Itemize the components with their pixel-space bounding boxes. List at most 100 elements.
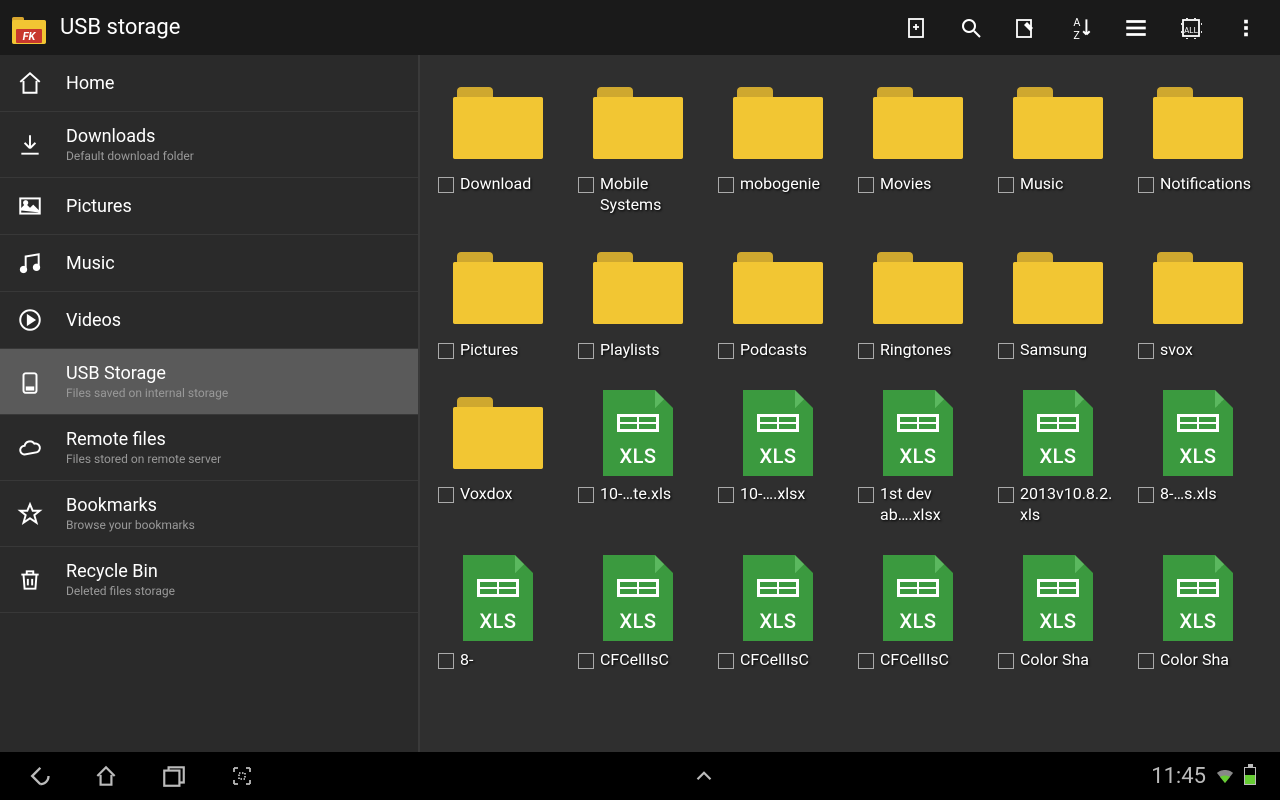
file-item[interactable]: XLS8- [428,551,568,671]
usb-icon [16,368,44,396]
folder-icon [453,397,543,469]
sidebar-item-pictures[interactable]: Pictures [0,178,418,235]
file-name: CFCellIsC [880,650,949,671]
file-checkbox[interactable] [438,487,454,503]
new-file-icon[interactable] [902,14,930,42]
xls-file-icon: XLS [603,390,673,476]
sidebar-item-subtitle: Browse your bookmarks [66,518,195,532]
file-checkbox[interactable] [578,487,594,503]
file-item[interactable]: XLS1st dev ab….xlsx [848,385,988,526]
file-item[interactable]: XLS 10-…te.xls [568,385,708,526]
clock: 11:45 [1151,764,1206,789]
file-checkbox[interactable] [578,653,594,669]
screenshot-icon[interactable] [228,762,256,790]
file-checkbox[interactable] [858,177,874,193]
battery-icon [1244,767,1256,785]
recent-apps-icon[interactable] [160,762,188,790]
sidebar-item-remote-files[interactable]: Remote filesFiles stored on remote serve… [0,415,418,481]
sidebar-item-subtitle: Deleted files storage [66,584,175,598]
file-item[interactable]: Pictures [428,241,568,361]
file-item[interactable]: Ringtones [848,241,988,361]
overflow-icon[interactable] [1232,14,1260,42]
file-name: svox [1160,340,1193,361]
file-checkbox[interactable] [998,343,1014,359]
file-checkbox[interactable] [998,653,1014,669]
file-item[interactable]: Samsung [988,241,1128,361]
folder-icon [733,87,823,159]
file-checkbox[interactable] [718,487,734,503]
file-name: Color Sha [1160,650,1229,671]
file-item[interactable]: Download [428,75,568,216]
file-checkbox[interactable] [718,343,734,359]
file-checkbox[interactable] [578,177,594,193]
expand-up-icon[interactable] [690,762,718,790]
search-icon[interactable] [957,14,985,42]
file-name: Movies [880,174,931,195]
file-item[interactable]: Mobile Systems [568,75,708,216]
file-name: Music [1020,174,1063,195]
file-item[interactable]: XLS8-…s.xls [1128,385,1268,526]
file-checkbox[interactable] [718,653,734,669]
sidebar-item-bookmarks[interactable]: BookmarksBrowse your bookmarks [0,481,418,547]
file-item[interactable]: XLSColor Sha [988,551,1128,671]
file-item[interactable]: mobogenie [708,75,848,216]
select-all-icon[interactable]: ALL [1177,14,1205,42]
sidebar-item-subtitle: Files saved on internal storage [66,386,228,400]
file-item[interactable]: XLS10-….xlsx [708,385,848,526]
sidebar-item-usb-storage[interactable]: USB StorageFiles saved on internal stora… [0,349,418,415]
sidebar-item-home[interactable]: Home [0,55,418,112]
sort-icon[interactable]: AZ [1067,14,1095,42]
edit-icon[interactable] [1012,14,1040,42]
file-checkbox[interactable] [1138,653,1154,669]
file-checkbox[interactable] [1138,177,1154,193]
file-checkbox[interactable] [1138,487,1154,503]
file-checkbox[interactable] [858,653,874,669]
file-item[interactable]: Playlists [568,241,708,361]
file-item[interactable]: XLSCFCellIsC [708,551,848,671]
sidebar-item-recycle-bin[interactable]: Recycle Bin Deleted files storage [0,547,418,613]
sidebar-item-label: Videos [66,310,121,331]
home-nav-icon[interactable] [92,762,120,790]
file-checkbox[interactable] [718,177,734,193]
file-checkbox[interactable] [578,343,594,359]
file-checkbox[interactable] [998,487,1014,503]
file-name: CFCellIsC [740,650,809,671]
folder-icon [733,252,823,324]
sidebar-item-videos[interactable]: Videos [0,292,418,349]
xls-file-icon: XLS [1023,555,1093,641]
svg-text:Z: Z [1073,28,1080,40]
file-name: Notifications [1160,174,1251,195]
file-checkbox[interactable] [438,653,454,669]
file-checkbox[interactable] [438,177,454,193]
file-item[interactable]: Podcasts [708,241,848,361]
sidebar-item-downloads[interactable]: DownloadsDefault download folder [0,112,418,178]
folder-icon [453,252,543,324]
file-name: 10-…te.xls [600,484,671,505]
file-checkbox[interactable] [998,177,1014,193]
music-icon [16,249,44,277]
xls-file-icon: XLS [883,555,953,641]
xls-file-icon: XLS [883,390,953,476]
file-checkbox[interactable] [858,343,874,359]
file-item[interactable]: Voxdox [428,385,568,526]
file-name: Samsung [1020,340,1087,361]
file-item[interactable]: XLSCFCellIsC [568,551,708,671]
sidebar-item-label: Recycle Bin [66,561,175,582]
file-item[interactable]: Notifications [1128,75,1268,216]
file-checkbox[interactable] [858,487,874,503]
file-item[interactable]: Movies [848,75,988,216]
sidebar-item-music[interactable]: Music [0,235,418,292]
file-name: 10-….xlsx [740,484,805,505]
file-checkbox[interactable] [438,343,454,359]
file-checkbox[interactable] [1138,343,1154,359]
file-item[interactable]: XLS CFCellIsC [848,551,988,671]
svg-text:ALL: ALL [1184,26,1199,35]
sidebar-item-label: Downloads [66,126,194,147]
menu-icon[interactable] [1122,14,1150,42]
file-item[interactable]: Music [988,75,1128,216]
file-item[interactable]: XLS2013v10.8.2.xls [988,385,1128,526]
back-icon[interactable] [24,762,52,790]
system-navbar: 11:45 [0,752,1280,800]
file-item[interactable]: XLSColor Sha [1128,551,1268,671]
file-item[interactable]: svox [1128,241,1268,361]
